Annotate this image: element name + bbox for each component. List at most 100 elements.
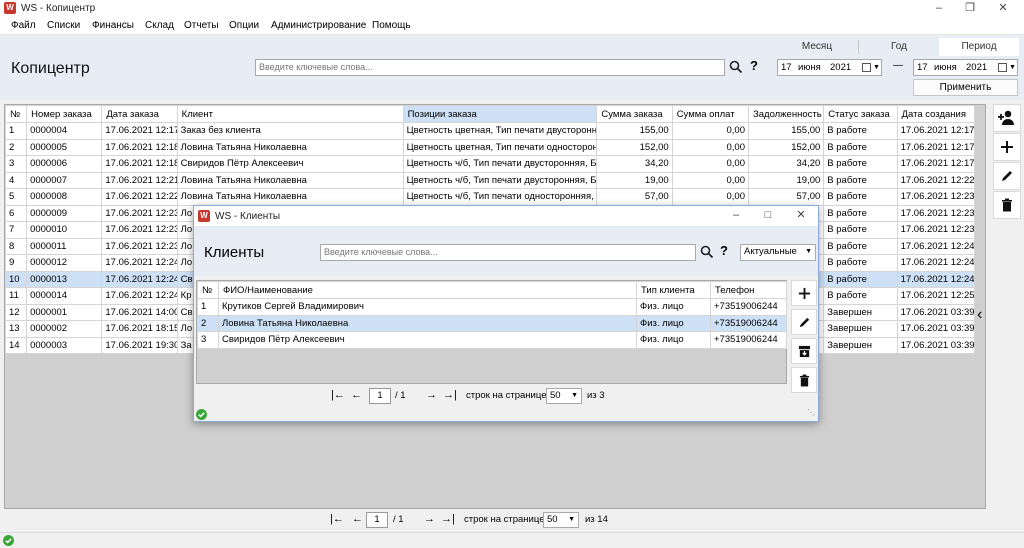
client-filter-select[interactable]: Актуальные ▼ bbox=[740, 244, 816, 261]
menu-options[interactable]: Опции bbox=[229, 17, 259, 35]
column-header[interactable]: Номер заказа bbox=[26, 105, 103, 123]
column-header[interactable]: Телефон bbox=[710, 281, 787, 299]
menu-help[interactable]: Помощь bbox=[372, 17, 411, 35]
first-page-icon[interactable]: |← bbox=[331, 389, 345, 401]
column-header[interactable]: Сумма заказа bbox=[596, 105, 673, 123]
table-cell: 3 bbox=[197, 331, 219, 349]
table-cell: 12 bbox=[4, 303, 28, 321]
page-title: Копицентр bbox=[11, 60, 90, 77]
column-header[interactable]: Задолженность bbox=[747, 105, 825, 123]
rows-per-page-select[interactable]: 50 ▼ bbox=[546, 388, 582, 404]
edit-order-button[interactable] bbox=[993, 162, 1021, 190]
tab-period[interactable]: Период bbox=[939, 38, 1019, 56]
menu-lists[interactable]: Списки bbox=[47, 17, 80, 35]
window-title: WS - Копицентр bbox=[21, 3, 96, 14]
column-header[interactable]: Статус заказа bbox=[823, 105, 898, 123]
order-row[interactable]: 5 0000008 17.06.2021 12:22 Ловина Татьяна Н… bbox=[4, 188, 976, 206]
minimize-icon[interactable]: – bbox=[924, 0, 954, 17]
date-from-picker[interactable]: 17 июня 2021 ▼ bbox=[777, 59, 882, 76]
help-button[interactable]: ? bbox=[720, 243, 728, 258]
resize-grip-icon[interactable]: ⋱ bbox=[807, 408, 815, 417]
table-cell: 1 bbox=[4, 122, 28, 140]
client-row[interactable]: 1 Крутиков Сергей Владимирович Физ. лицо +7… bbox=[197, 298, 787, 316]
next-page-icon[interactable]: → bbox=[426, 389, 437, 401]
help-button[interactable]: ? bbox=[750, 58, 758, 73]
delete-order-button[interactable] bbox=[993, 191, 1021, 219]
order-row[interactable]: 3 0000006 17.06.2021 12:18 Свиридов Пётр Ал… bbox=[4, 155, 976, 173]
menu-reports[interactable]: Отчеты bbox=[184, 17, 219, 35]
table-cell: 17.06.2021 12:24 bbox=[101, 254, 178, 272]
menu-administration[interactable]: Администрирование bbox=[271, 17, 366, 35]
column-header[interactable]: Позиции заказа bbox=[402, 105, 598, 123]
column-header[interactable]: Дата заказа bbox=[101, 105, 178, 123]
restore-icon[interactable]: ❐ bbox=[955, 0, 985, 17]
search-icon[interactable] bbox=[700, 245, 714, 262]
table-cell: 152,00 bbox=[596, 138, 673, 156]
add-client-button[interactable] bbox=[993, 104, 1021, 132]
column-header[interactable]: ФИО/Наименование bbox=[218, 281, 637, 299]
table-cell: 14 bbox=[4, 336, 28, 354]
apply-button[interactable]: Применить bbox=[913, 79, 1018, 96]
column-header[interactable]: № bbox=[197, 281, 219, 299]
column-header[interactable]: Тип клиента bbox=[636, 281, 711, 299]
delete-client-button[interactable] bbox=[791, 367, 817, 393]
chevron-down-icon[interactable]: ▼ bbox=[873, 60, 880, 75]
archive-client-button[interactable] bbox=[791, 338, 817, 364]
page-number-input[interactable]: 1 bbox=[366, 512, 388, 528]
add-order-button[interactable] bbox=[993, 133, 1021, 161]
chevron-down-icon[interactable]: ▼ bbox=[1009, 60, 1016, 75]
client-search-input[interactable]: Введите ключевые слова... bbox=[320, 244, 696, 261]
column-header[interactable]: Клиент bbox=[176, 105, 404, 123]
clients-table: № ФИО/Наименование Тип клиента Телефон 1 Кру… bbox=[197, 281, 787, 349]
table-cell: 0000001 bbox=[26, 303, 103, 321]
add-client-button[interactable] bbox=[791, 280, 817, 306]
menu-file[interactable]: Файл bbox=[11, 17, 36, 35]
table-cell: В работе bbox=[823, 204, 898, 222]
table-cell: 34,20 bbox=[747, 155, 825, 173]
tab-year[interactable]: Год bbox=[860, 38, 938, 56]
table-cell: 34,20 bbox=[596, 155, 673, 173]
search-icon[interactable] bbox=[729, 60, 743, 77]
table-cell: 17.06.2021 12:25 bbox=[896, 287, 976, 305]
tab-month[interactable]: Месяц bbox=[777, 38, 857, 56]
prev-page-icon[interactable]: ← bbox=[351, 389, 362, 401]
order-row[interactable]: 4 0000007 17.06.2021 12:21 Ловина Татьяна Н… bbox=[4, 171, 976, 189]
last-page-icon[interactable]: →| bbox=[441, 513, 455, 525]
next-page-icon[interactable]: → bbox=[424, 513, 435, 525]
search-input[interactable]: Введите ключевые слова... bbox=[255, 59, 725, 76]
table-cell: 19,00 bbox=[747, 171, 825, 189]
column-header[interactable]: Сумма оплат bbox=[671, 105, 750, 123]
close-icon[interactable]: ✕ bbox=[786, 207, 816, 224]
prev-page-icon[interactable]: ← bbox=[352, 513, 363, 525]
menu-finance[interactable]: Финансы bbox=[92, 17, 134, 35]
column-header[interactable]: № bbox=[4, 105, 28, 123]
table-cell: 0000013 bbox=[26, 270, 103, 288]
dialog-heading: Клиенты bbox=[204, 244, 265, 261]
table-cell: 6 bbox=[4, 204, 28, 222]
rows-per-page-select[interactable]: 50 ▼ bbox=[543, 512, 579, 528]
client-row[interactable]: 3 Свиридов Пётр Алексеевич Физ. лицо +73519… bbox=[197, 331, 787, 349]
menu-warehouse[interactable]: Склад bbox=[145, 17, 174, 35]
order-row[interactable]: 1 0000004 17.06.2021 12:17 Заказ без клиент… bbox=[4, 122, 976, 140]
client-row[interactable]: 2 Ловина Татьяна Николаевна Физ. лицо +7351… bbox=[197, 314, 787, 332]
table-cell: 155,00 bbox=[747, 122, 825, 140]
tab-divider bbox=[858, 40, 859, 54]
maximize-icon[interactable]: □ bbox=[753, 207, 783, 224]
first-page-icon[interactable]: |← bbox=[330, 513, 344, 525]
orders-pager: |← ← 1 / 1 → →| строк на странице 50 ▼ из… bbox=[330, 512, 630, 530]
chevron-left-icon[interactable]: ‹ bbox=[977, 306, 982, 324]
last-page-icon[interactable]: →| bbox=[443, 389, 457, 401]
date-to-picker[interactable]: 17 июня 2021 ▼ bbox=[913, 59, 1018, 76]
table-cell: 17.06.2021 12:18 bbox=[101, 138, 178, 156]
close-icon[interactable]: ✕ bbox=[988, 0, 1018, 17]
table-cell: В работе bbox=[823, 270, 898, 288]
page-number-input[interactable]: 1 bbox=[369, 388, 391, 404]
edit-client-button[interactable] bbox=[791, 309, 817, 335]
rows-per-page-value: 50 bbox=[547, 514, 558, 525]
order-row[interactable]: 2 0000005 17.06.2021 12:18 Ловина Татьяна Н… bbox=[4, 138, 976, 156]
minimize-icon[interactable]: – bbox=[721, 207, 751, 224]
calendar-icon[interactable] bbox=[862, 63, 871, 72]
column-header[interactable]: Дата создания bbox=[896, 105, 976, 123]
table-cell: 17.06.2021 12:24 bbox=[896, 270, 976, 288]
calendar-icon[interactable] bbox=[998, 63, 1007, 72]
